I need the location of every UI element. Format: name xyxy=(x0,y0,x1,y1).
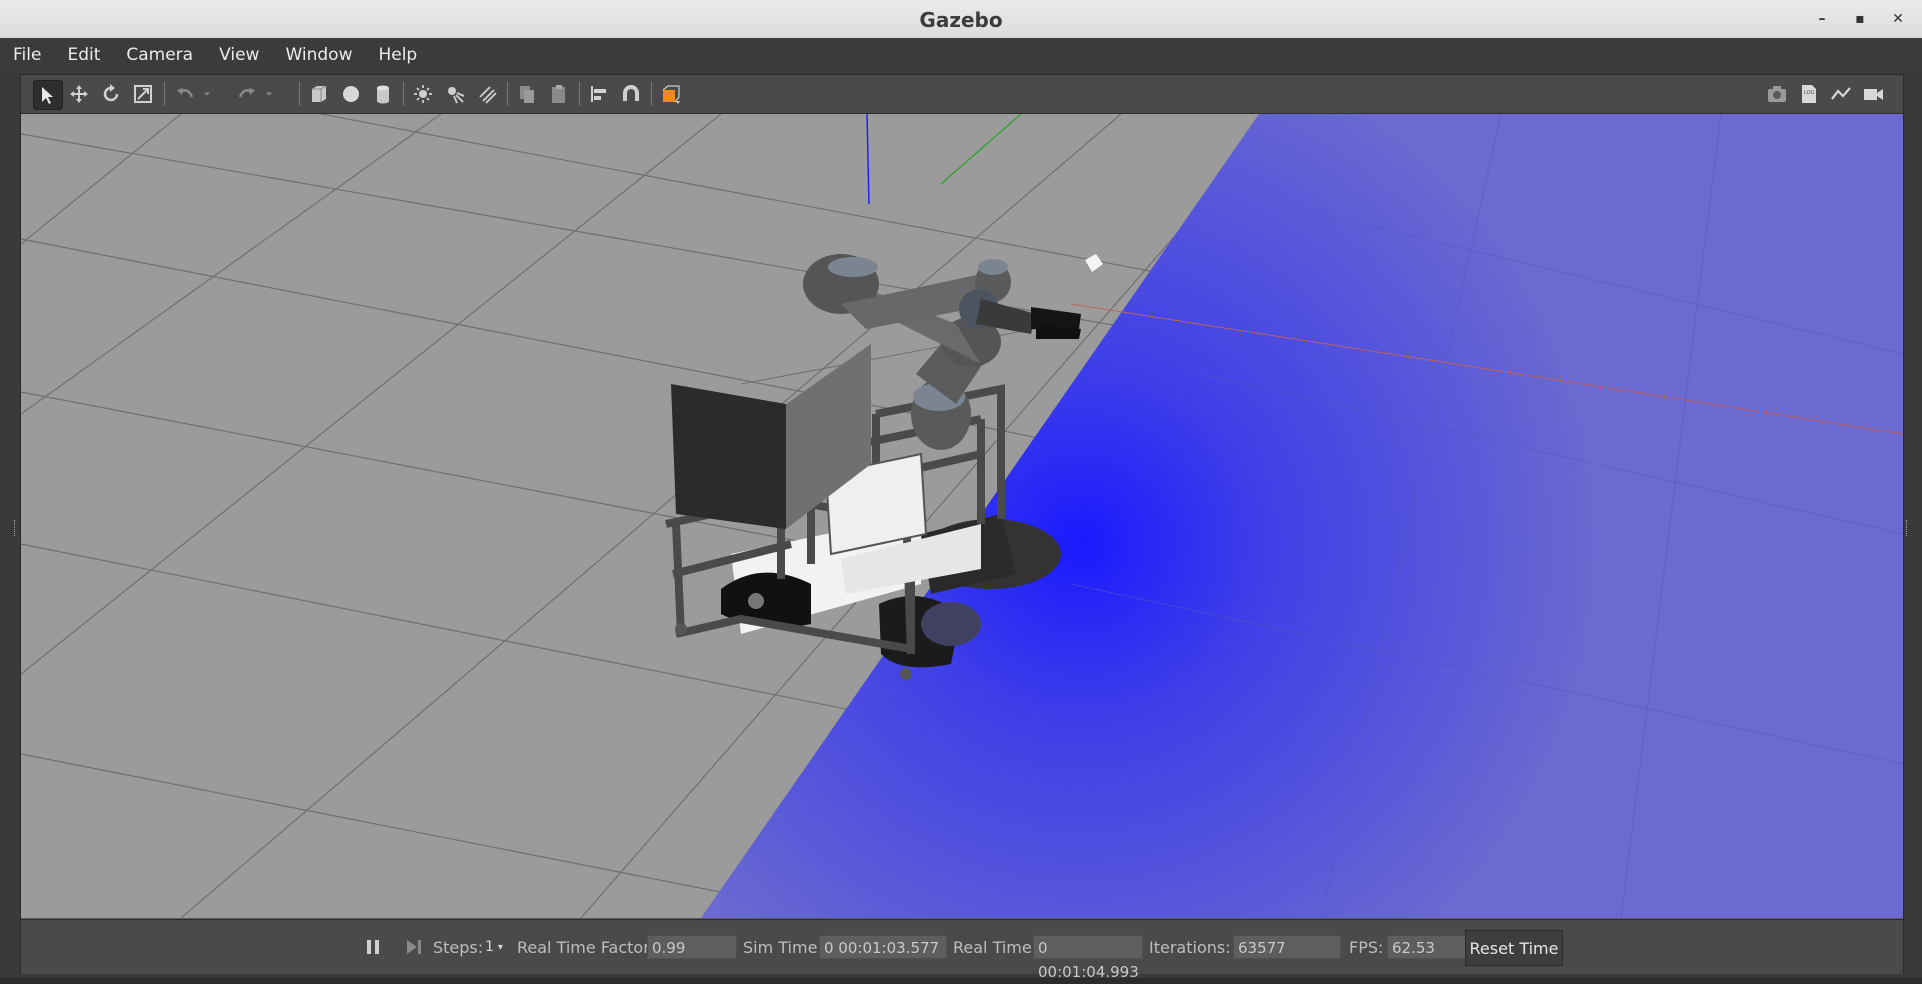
select-arrow-icon[interactable] xyxy=(33,80,63,110)
minimize-button[interactable]: – xyxy=(1812,9,1832,29)
real-time-field: 0 00:01:04.993 xyxy=(1033,935,1143,981)
real-time-factor-field: 0.99 xyxy=(647,935,737,959)
fps-label: FPS: xyxy=(1349,937,1384,957)
log-icon[interactable]: LOG xyxy=(1795,80,1823,108)
steps-spinbox[interactable]: 1 ▾ xyxy=(485,933,503,961)
menu-camera[interactable]: Camera xyxy=(126,45,193,65)
main-frame: LOG Steps: 1 ▾ Real Time Factor: 0.99 Si… xyxy=(20,74,1904,981)
cylinder-icon[interactable] xyxy=(369,80,397,108)
align-icon[interactable] xyxy=(585,80,613,108)
svg-text:LOG: LOG xyxy=(1804,90,1815,96)
spot-light-icon[interactable] xyxy=(441,80,469,108)
plot-icon[interactable] xyxy=(1827,80,1855,108)
menu-edit[interactable]: Edit xyxy=(67,45,100,65)
step-button[interactable] xyxy=(405,933,423,961)
snap-magnet-icon[interactable] xyxy=(617,80,645,108)
iterations-label: Iterations: xyxy=(1149,937,1231,957)
reset-time-button[interactable]: Reset Time xyxy=(1465,930,1563,966)
real-time-factor-label: Real Time Factor: xyxy=(517,937,655,957)
fps-field: 62.53 xyxy=(1387,935,1477,959)
view-angle-icon[interactable] xyxy=(657,80,685,108)
window-title: Gazebo xyxy=(919,8,1003,32)
box-icon[interactable] xyxy=(305,80,333,108)
rotate-icon[interactable] xyxy=(97,80,125,108)
menu-help[interactable]: Help xyxy=(378,45,417,65)
undo-dropdown-icon[interactable] xyxy=(199,80,215,108)
menu-file[interactable]: File xyxy=(13,45,41,65)
paste-icon[interactable] xyxy=(545,80,573,108)
maximize-button[interactable]: ▪ xyxy=(1850,9,1870,29)
sphere-icon[interactable] xyxy=(337,80,365,108)
real-time-label: Real Time: xyxy=(953,937,1038,957)
menu-view[interactable]: View xyxy=(219,45,259,65)
3d-scene-viewport[interactable] xyxy=(21,114,1903,918)
gazebo-window: Gazebo – ▪ ✕ File Edit Camera View Windo… xyxy=(0,0,1922,981)
redo-dropdown-icon[interactable] xyxy=(261,80,277,108)
close-button[interactable]: ✕ xyxy=(1888,9,1908,29)
left-panel-handle[interactable] xyxy=(14,520,18,536)
right-panel-handle[interactable] xyxy=(1906,520,1910,536)
steps-label: Steps: xyxy=(433,937,484,957)
sim-time-label: Sim Time: xyxy=(743,937,823,957)
record-video-icon[interactable] xyxy=(1859,80,1887,108)
pause-button[interactable] xyxy=(364,933,382,961)
translate-icon[interactable] xyxy=(65,80,93,108)
menu-window[interactable]: Window xyxy=(285,45,352,65)
chevron-down-icon: ▾ xyxy=(497,941,503,953)
toolbar: LOG xyxy=(21,75,1903,114)
menu-bar: File Edit Camera View Window Help xyxy=(0,38,1922,72)
title-bar[interactable]: Gazebo – ▪ ✕ xyxy=(0,0,1922,39)
point-light-icon[interactable] xyxy=(409,80,437,108)
redo-icon[interactable] xyxy=(233,80,261,108)
scene-render xyxy=(21,114,1903,918)
steps-value: 1 xyxy=(485,939,494,955)
sim-time-field: 0 00:01:03.577 xyxy=(819,935,947,959)
scale-icon[interactable] xyxy=(129,80,157,108)
undo-icon[interactable] xyxy=(171,80,199,108)
directional-light-icon[interactable] xyxy=(473,80,501,108)
status-bar: Steps: 1 ▾ Real Time Factor: 0.99 Sim Ti… xyxy=(21,919,1903,981)
screenshot-icon[interactable] xyxy=(1763,80,1791,108)
copy-icon[interactable] xyxy=(513,80,541,108)
iterations-field: 63577 xyxy=(1233,935,1341,959)
